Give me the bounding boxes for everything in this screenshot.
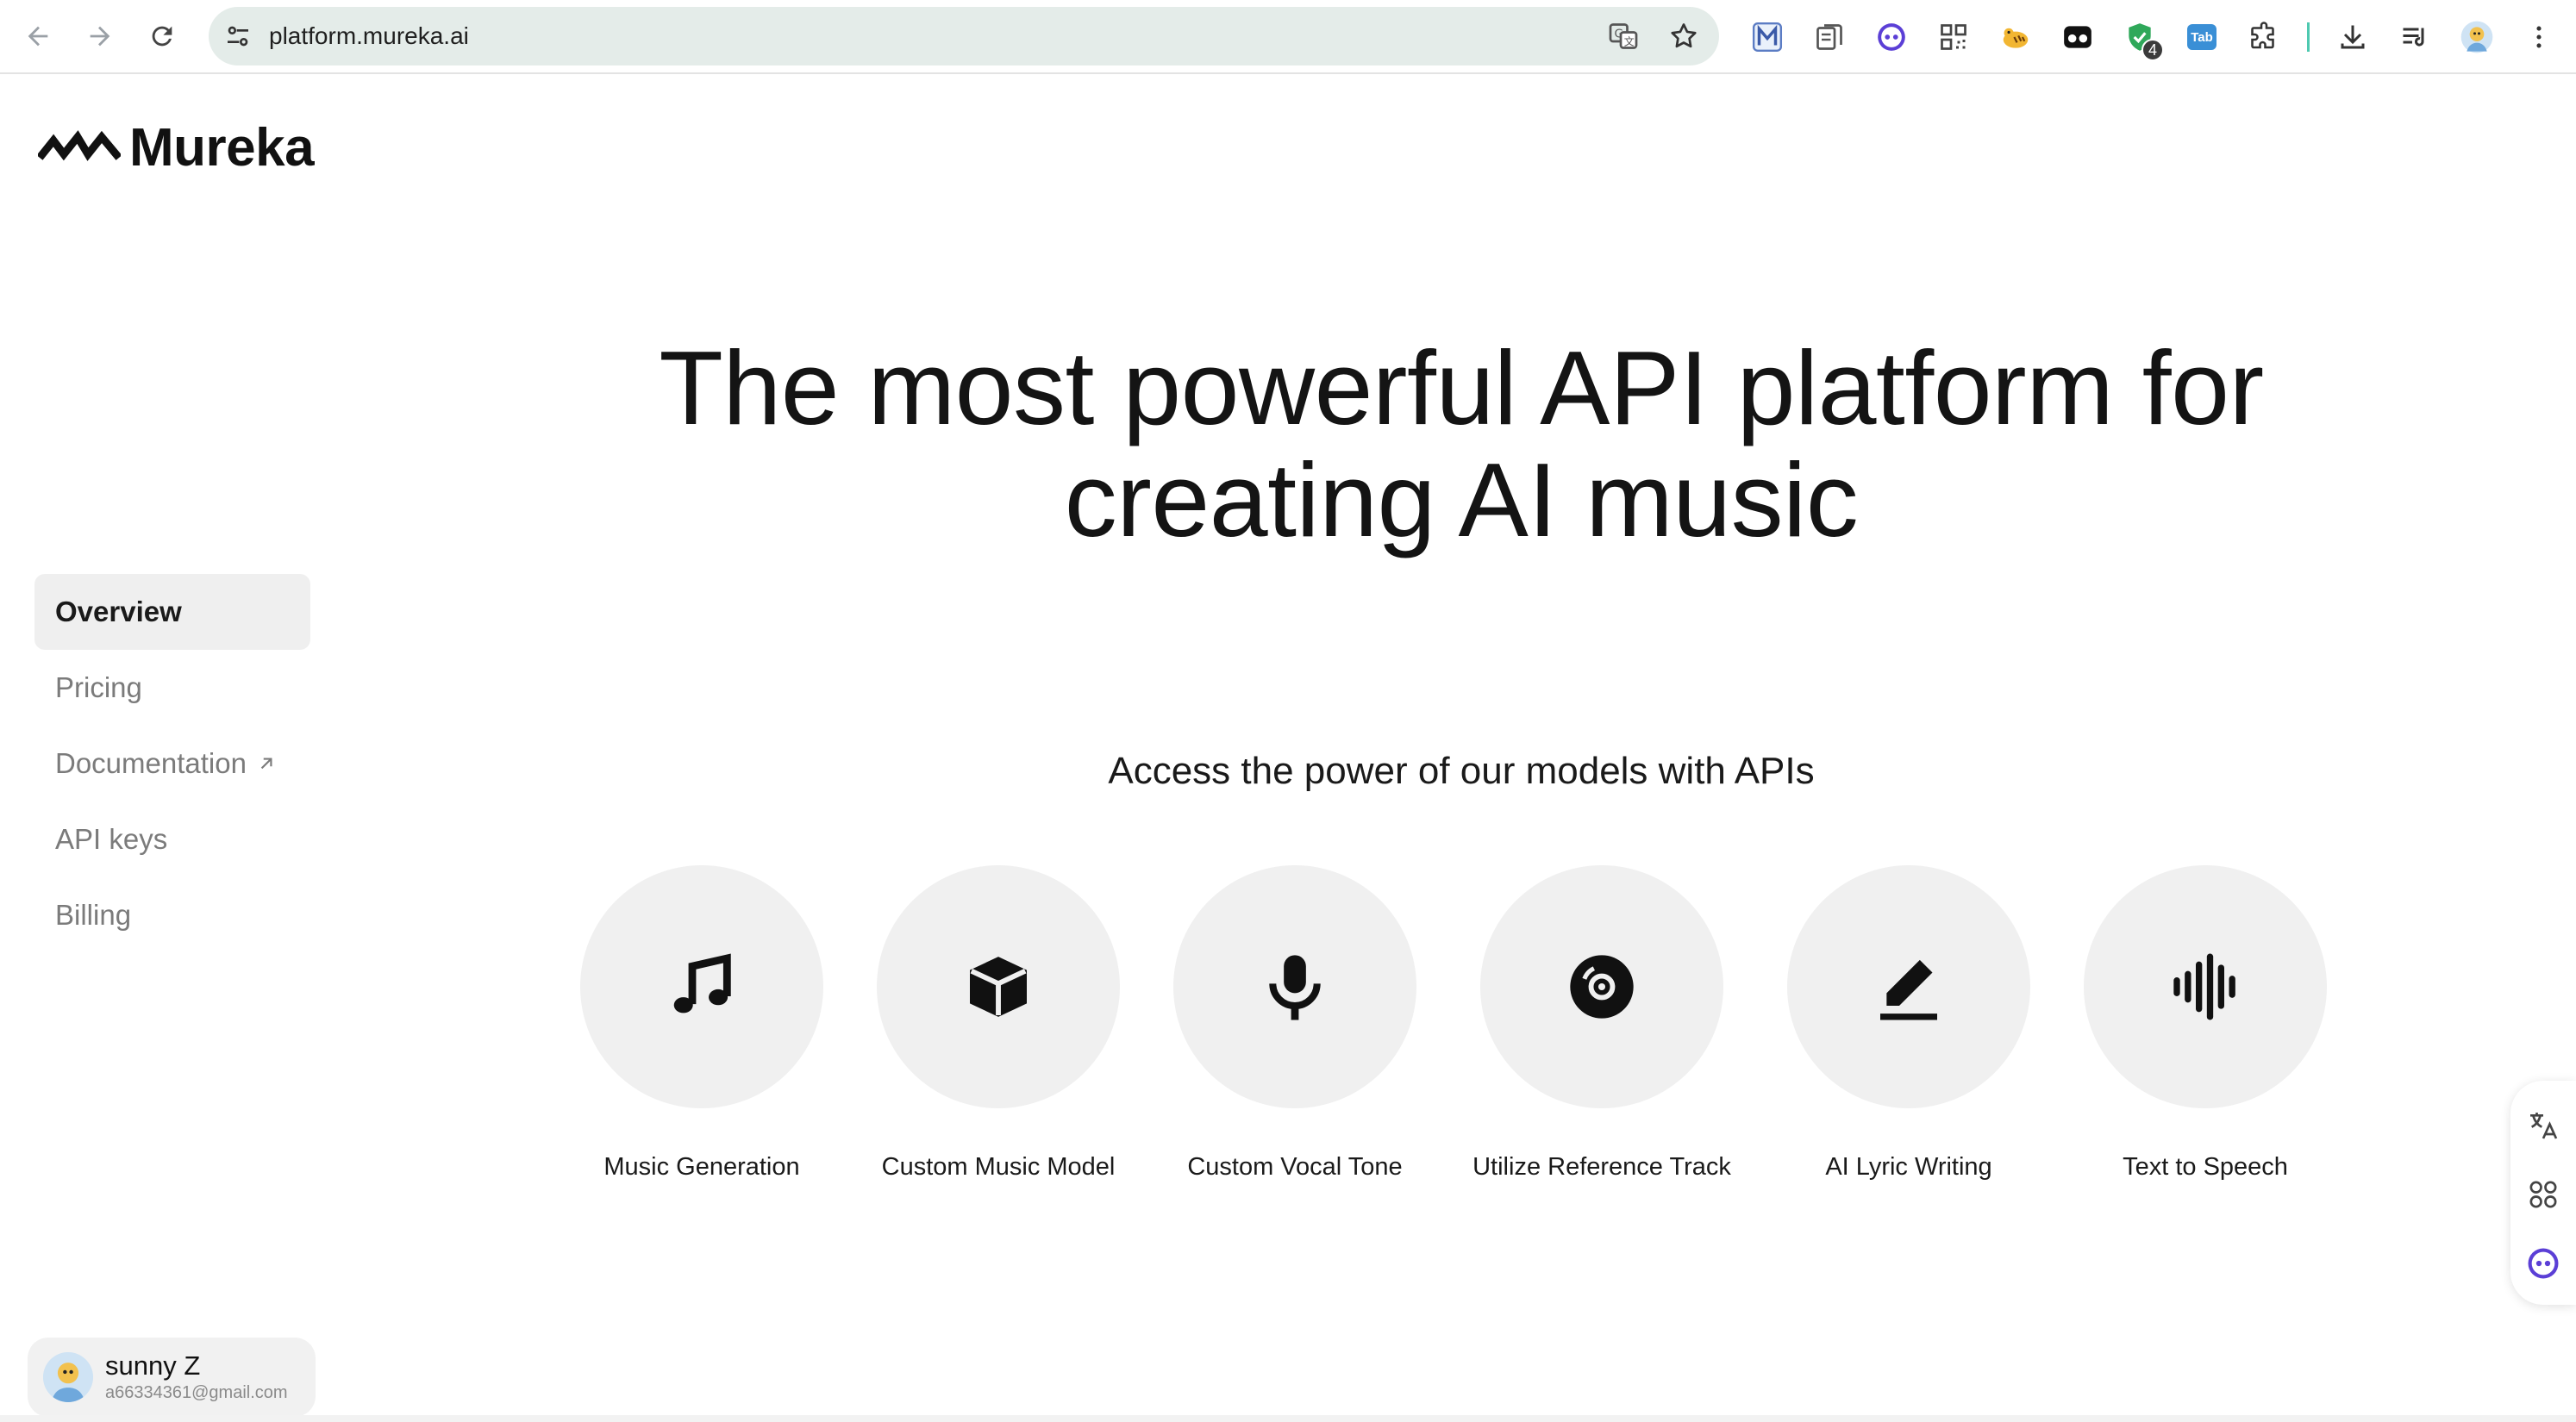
sidebar-item-label: Documentation: [55, 747, 247, 779]
sidebar-item-pricing[interactable]: Pricing: [34, 650, 310, 726]
sidebar-item-label: Billing: [55, 899, 132, 931]
site-info-icon[interactable]: [209, 7, 267, 65]
sidebar-item-label: Pricing: [55, 671, 142, 703]
translate-float-button[interactable]: [2517, 1091, 2569, 1160]
url-text[interactable]: platform.mureka.ai: [269, 22, 469, 50]
user-account-card[interactable]: sunny Z a66334361@gmail.com: [28, 1338, 316, 1417]
apis-subheading: Access the power of our models with APIs: [1108, 750, 1815, 792]
pencil-icon: [1880, 959, 1937, 1020]
translate-icon[interactable]: G文: [1602, 15, 1645, 58]
extension-qr-icon[interactable]: [1928, 11, 1979, 63]
extension-tab-label: Tab: [2187, 24, 2216, 50]
extension-shield-icon[interactable]: 4: [2114, 11, 2166, 63]
back-button[interactable]: [12, 10, 64, 62]
feature-label: Text to Speech: [2123, 1153, 2288, 1181]
external-link-icon: [260, 758, 272, 770]
extension-badge-count: 4: [2141, 39, 2164, 61]
extension-robot-icon[interactable]: [1866, 11, 1917, 63]
sound-wave-icon: [2173, 953, 2235, 1020]
page-headline: The most powerful API platform for creat…: [483, 332, 2440, 556]
extension-binoculars-icon[interactable]: [2052, 11, 2104, 63]
media-queue-icon[interactable]: [2389, 11, 2441, 63]
cube-icon: [970, 957, 1027, 1017]
translate-icon: [2530, 1113, 2558, 1139]
feature-label: Music Generation: [603, 1153, 800, 1181]
feature-icon-circle[interactable]: [2084, 865, 2327, 1108]
mureka-logo-icon: [38, 130, 121, 161]
profile-avatar-icon[interactable]: [2451, 11, 2503, 63]
sidebar-item-overview[interactable]: Overview: [34, 574, 310, 650]
extension-tab-icon[interactable]: Tab: [2176, 11, 2228, 63]
extensions-puzzle-icon[interactable]: [2238, 11, 2290, 63]
toolbar-separator: [2307, 22, 2310, 52]
arrow-left-icon: [28, 26, 48, 47]
sidebar-item-billing[interactable]: Billing: [34, 877, 310, 953]
svg-text:文: 文: [1624, 35, 1635, 48]
address-bar[interactable]: platform.mureka.ai G文: [209, 7, 1719, 65]
floating-toolbar: [2510, 1081, 2576, 1305]
extension-m-icon[interactable]: [1741, 11, 1793, 63]
brand-name: Mureka: [129, 117, 315, 178]
feature-label: Custom Vocal Tone: [1187, 1153, 1403, 1181]
user-name: sunny Z: [105, 1350, 201, 1381]
browser-toolbar: platform.mureka.ai G文 4 Tab: [0, 0, 2576, 74]
feature-ai-lyric-writing[interactable]: AI Lyric Writing: [1779, 865, 2038, 1182]
feature-label: AI Lyric Writing: [1825, 1153, 1992, 1181]
bookmark-star-icon[interactable]: [1662, 15, 1705, 58]
robot-icon: [2528, 1248, 2559, 1279]
feature-icon-circle[interactable]: [877, 865, 1120, 1108]
sidebar-item-api-keys[interactable]: API keys: [34, 801, 310, 877]
forward-button[interactable]: [74, 10, 126, 62]
sidebar-item-label: API keys: [55, 823, 168, 855]
feature-music-generation[interactable]: Music Generation: [572, 865, 831, 1182]
browser-menu-icon[interactable]: [2513, 11, 2565, 63]
avatar: [43, 1352, 93, 1402]
feature-custom-music-model[interactable]: Custom Music Model: [869, 865, 1128, 1182]
feature-utilize-reference-track[interactable]: Utilize Reference Track: [1472, 865, 1731, 1182]
headline-line-2: creating AI music: [1064, 441, 1859, 558]
apps-grid-button[interactable]: [2517, 1160, 2569, 1229]
extension-pages-icon[interactable]: [1804, 11, 1855, 63]
feature-icon-circle[interactable]: [580, 865, 823, 1108]
feature-text-to-speech[interactable]: Text to Speech: [2076, 865, 2335, 1182]
brand-logo[interactable]: Mureka: [38, 117, 315, 178]
music-note-icon: [673, 953, 731, 1013]
arrow-right-icon: [90, 26, 110, 47]
extensions-row: 4 Tab: [1741, 11, 2565, 63]
reload-button[interactable]: [136, 10, 188, 62]
sidebar-nav: Overview Pricing Documentation API keys …: [34, 574, 310, 953]
sidebar-item-label: Overview: [55, 596, 182, 627]
feature-list: Music Generation Custom Music Model Cust…: [572, 865, 2348, 1193]
microphone-icon: [1269, 955, 1321, 1020]
grid-icon: [2529, 1181, 2557, 1208]
downloads-icon[interactable]: [2327, 11, 2379, 63]
assistant-float-button[interactable]: [2517, 1229, 2569, 1298]
feature-label: Custom Music Model: [881, 1153, 1116, 1181]
feature-label: Utilize Reference Track: [1472, 1153, 1731, 1181]
feature-icon-circle[interactable]: [1173, 865, 1416, 1108]
headline-line-1: The most powerful API platform for: [659, 329, 2264, 446]
user-email: a66334361@gmail.com: [105, 1383, 288, 1402]
reload-icon: [152, 26, 172, 47]
extension-tiger-icon[interactable]: [1990, 11, 2041, 63]
page-bottom-edge: [0, 1415, 2576, 1422]
sidebar-item-documentation[interactable]: Documentation: [34, 726, 310, 801]
feature-icon-circle[interactable]: [1480, 865, 1723, 1108]
feature-custom-vocal-tone[interactable]: Custom Vocal Tone: [1166, 865, 1424, 1182]
feature-icon-circle[interactable]: [1787, 865, 2030, 1108]
vinyl-disc-icon: [1570, 955, 1634, 1019]
